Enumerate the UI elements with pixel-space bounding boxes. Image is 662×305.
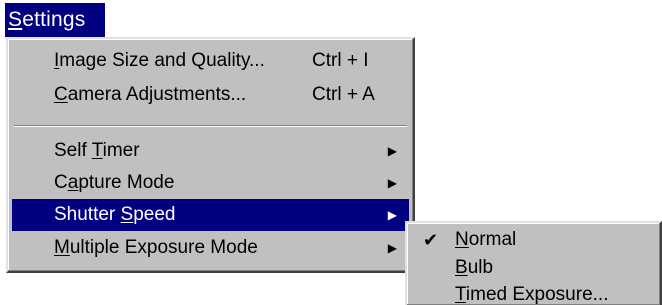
submenu-arrow-icon: ▶ (387, 241, 397, 255)
submenu-item-label: Timed Exposure... (455, 284, 609, 305)
menu-item-camera-adjustments[interactable]: Camera Adjustments... Ctrl + A (12, 79, 409, 111)
menu-item-label: Camera Adjustments... (54, 84, 247, 105)
menu-item-label: Image Size and Quality... (54, 50, 265, 71)
submenu-item-label: Normal (455, 229, 517, 250)
submenu-item-normal[interactable]: ✔ Normal (411, 227, 656, 253)
menubar-settings[interactable]: Settings (5, 3, 105, 37)
menubar-settings-post: ettings (22, 8, 86, 31)
submenu-item-label: Bulb (455, 257, 494, 278)
menu-item-capture-mode[interactable]: Capture Mode ▶ (12, 167, 409, 199)
menu-item-label: Shutter Speed (54, 204, 176, 225)
menu-item-multiple-exposure-mode[interactable]: Multiple Exposure Mode ▶ (12, 232, 409, 264)
menubar-settings-mnemonic: S (8, 8, 23, 31)
submenu-item-bulb[interactable]: Bulb (411, 255, 656, 281)
shortcut-label: Ctrl + I (312, 50, 369, 71)
menu-separator (14, 125, 407, 127)
shortcut-label: Ctrl + A (312, 84, 375, 105)
submenu-arrow-icon: ▶ (387, 144, 397, 158)
submenu-arrow-icon: ▶ (387, 176, 397, 190)
menu-item-image-size-quality[interactable]: Image Size and Quality... Ctrl + I (12, 45, 409, 77)
menu-item-shutter-speed[interactable]: Shutter Speed ▶ (12, 199, 409, 231)
checkmark-icon: ✔ (423, 230, 439, 250)
menu-item-label: Multiple Exposure Mode (54, 237, 258, 258)
menu-item-label: Self Timer (54, 140, 140, 161)
menu-item-self-timer[interactable]: Self Timer ▶ (12, 135, 409, 167)
shutter-speed-submenu: ✔ Normal Bulb Timed Exposure... (405, 221, 662, 305)
screen: Settings Image Size and Quality... Ctrl … (0, 0, 662, 305)
settings-menu: Image Size and Quality... Ctrl + I Camer… (6, 37, 415, 273)
menu-item-label: Capture Mode (54, 172, 175, 193)
submenu-arrow-icon: ▶ (387, 208, 397, 222)
submenu-item-timed-exposure[interactable]: Timed Exposure... (411, 282, 656, 305)
